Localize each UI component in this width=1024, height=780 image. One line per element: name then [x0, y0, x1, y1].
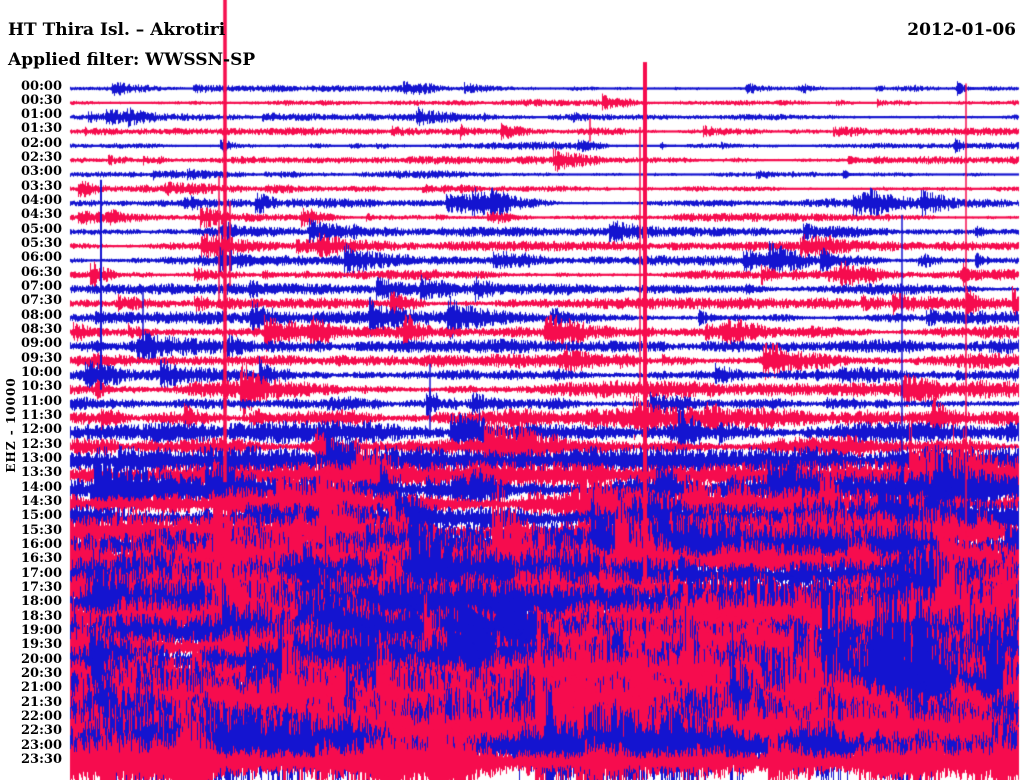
time-label: 05:30 — [21, 236, 62, 252]
time-label: 18:00 — [21, 594, 62, 610]
time-label: 13:30 — [21, 465, 62, 481]
time-label: 22:30 — [21, 723, 62, 739]
time-label: 09:00 — [21, 336, 62, 352]
time-label: 07:00 — [21, 279, 62, 295]
time-label: 21:30 — [21, 694, 62, 710]
time-label: 23:30 — [21, 752, 62, 767]
time-label: 17:00 — [21, 565, 62, 581]
time-label: 11:00 — [21, 393, 62, 409]
time-label: 06:30 — [21, 264, 62, 280]
helicorder-canvas — [0, 0, 1024, 780]
time-label: 19:30 — [21, 637, 62, 653]
time-label: 08:00 — [21, 307, 62, 323]
time-label: 02:30 — [21, 150, 62, 166]
time-label: 04:00 — [21, 193, 62, 209]
time-label: 02:00 — [21, 135, 62, 151]
time-label: 19:00 — [21, 623, 62, 639]
time-label: 06:00 — [21, 250, 62, 266]
time-label: 11:30 — [21, 408, 62, 424]
helicorder-screen: HT Thira Isl. – Akrotiri Applied filter:… — [0, 0, 1024, 780]
time-label: 05:00 — [21, 221, 62, 237]
date-label: 2012-01-06 — [907, 20, 1016, 40]
time-label: 16:00 — [21, 537, 62, 553]
time-label: 03:30 — [21, 178, 62, 194]
time-label: 10:00 — [21, 365, 62, 381]
time-label: 15:00 — [21, 508, 62, 524]
time-label: 16:30 — [21, 551, 62, 567]
time-label: 13:00 — [21, 451, 62, 467]
time-label: 00:00 — [21, 78, 62, 94]
time-label: 04:30 — [21, 207, 62, 223]
time-label: 23:00 — [21, 737, 62, 753]
time-label: 14:30 — [21, 494, 62, 510]
time-label: 20:00 — [21, 651, 62, 667]
time-label: 14:00 — [21, 479, 62, 495]
time-label: 17:30 — [21, 580, 62, 596]
time-label: 18:30 — [21, 608, 62, 624]
time-label: 00:30 — [21, 92, 62, 108]
time-label: 12:30 — [21, 436, 62, 452]
time-label: 21:00 — [21, 680, 62, 696]
time-label: 08:30 — [21, 322, 62, 338]
time-axis: 00:00 00:30 01:00 01:30 02:00 02:30 03:00 03:30… — [0, 0, 62, 780]
time-label: 01:30 — [21, 121, 62, 137]
time-label: 22:00 — [21, 709, 62, 725]
time-label: 12:00 — [21, 422, 62, 438]
time-label: 07:30 — [21, 293, 62, 309]
time-label: 10:30 — [21, 379, 62, 395]
time-label: 09:30 — [21, 350, 62, 366]
time-label: 20:30 — [21, 666, 62, 682]
time-label: 01:00 — [21, 107, 62, 123]
time-label: 15:30 — [21, 522, 62, 538]
time-label: 03:00 — [21, 164, 62, 180]
